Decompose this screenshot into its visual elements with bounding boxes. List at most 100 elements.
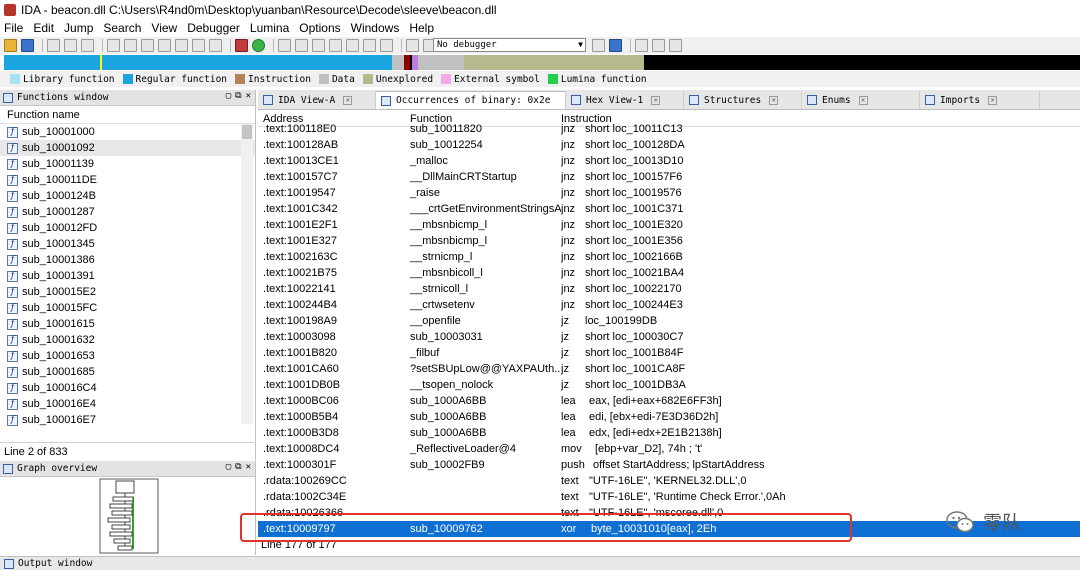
menu-options[interactable]: Options [299, 21, 340, 35]
back-arrow-icon[interactable] [47, 39, 60, 52]
tab-hex-view-1[interactable]: Hex View-1 ✕ [566, 91, 684, 109]
menu-view[interactable]: View [151, 21, 177, 35]
table-row[interactable]: .text:1001DB0B __tsopen_nolock jz short loc… [258, 377, 1080, 393]
close-icon[interactable]: ✕ [246, 462, 251, 472]
menu-file[interactable]: File [4, 21, 23, 35]
function-list-item[interactable]: f sub_10001345 [0, 236, 255, 252]
table-row[interactable]: .rdata:1002C34E text "UTF-16LE", 'Runtime … [258, 489, 1080, 505]
menu-search[interactable]: Search [103, 21, 141, 35]
function-list-item[interactable]: f sub_10001092 [0, 140, 255, 156]
table-row[interactable]: .rdata:100269CC text "UTF-16LE", 'KERNEL32… [258, 473, 1080, 489]
function-list-item[interactable]: f sub_10001139 [0, 156, 255, 172]
save-icon[interactable] [21, 39, 34, 52]
tab-occurrences-of-binary[interactable]: Occurrences of binary: 0x2e [376, 91, 566, 109]
table-row[interactable]: .text:1001C342 ___crtGetEnvironmentString… [258, 201, 1080, 217]
function-list-item[interactable]: f sub_10001391 [0, 268, 255, 284]
paste-icon[interactable] [124, 39, 137, 52]
table-row[interactable]: .text:1001B820 _filbuf jz short loc_1001B84… [258, 345, 1080, 361]
make-data-icon[interactable] [295, 39, 308, 52]
close-icon[interactable]: ✕ [651, 95, 661, 105]
debug-options-icon[interactable] [592, 39, 605, 52]
step-over-icon[interactable] [652, 39, 665, 52]
function-name-column-header[interactable]: Function name [0, 106, 255, 124]
search-immediate-icon[interactable] [175, 39, 188, 52]
graph-overview-header[interactable]: Graph overview ▢ ⧉ ✕ [0, 461, 255, 477]
table-row[interactable]: .text:1000BC06 sub_1000A6BB lea eax, [edi+e… [258, 393, 1080, 409]
graph-view-icon[interactable] [235, 39, 248, 52]
cross-ref-icon[interactable] [209, 39, 222, 52]
function-list-item[interactable]: f sub_10001386 [0, 252, 255, 268]
float-icon[interactable]: ⧉ [235, 91, 241, 101]
function-list-item[interactable]: f sub_1000124B [0, 188, 255, 204]
table-row[interactable]: .text:1000B3D8 sub_1000A6BB lea edx, [edi+e… [258, 425, 1080, 441]
function-list-item[interactable]: f sub_100015E2 [0, 284, 255, 300]
table-row[interactable]: .text:100198A9 __openfile jz loc_100199DB [258, 313, 1080, 329]
function-list-item[interactable]: f sub_10001615 [0, 316, 255, 332]
close-icon[interactable]: ✕ [246, 91, 251, 101]
menu-jump[interactable]: Jump [64, 21, 93, 35]
function-list-item[interactable]: f sub_100016C4 [0, 380, 255, 396]
close-icon[interactable]: ✕ [988, 95, 998, 105]
copy-icon[interactable] [107, 39, 120, 52]
table-row[interactable]: .text:1001E2F1 __mbsnbicmp_l jnz short loc_… [258, 217, 1080, 233]
play-icon[interactable] [406, 39, 419, 52]
tab-enums[interactable]: Enums ✕ [802, 91, 920, 109]
tab-structures[interactable]: Structures ✕ [684, 91, 802, 109]
table-row[interactable]: .text:10013CE1 _malloc jnz short loc_10013D… [258, 153, 1080, 169]
function-list-item[interactable]: f sub_100011DE [0, 172, 255, 188]
debugger-select[interactable]: No debugger ▼ [433, 38, 586, 52]
forward-arrow-icon[interactable] [64, 39, 77, 52]
restore-icon[interactable]: ▢ [226, 91, 231, 101]
function-list-item[interactable]: f sub_10001632 [0, 332, 255, 348]
menu-windows[interactable]: Windows [351, 21, 400, 35]
attach-icon[interactable] [609, 39, 622, 52]
table-row[interactable]: .text:10003098 sub_10003031 jz short loc_10… [258, 329, 1080, 345]
make-struct-icon[interactable] [346, 39, 359, 52]
output-window[interactable]: Output window [0, 556, 1080, 570]
function-list-item[interactable]: f sub_10001685 [0, 364, 255, 380]
menu-edit[interactable]: Edit [33, 21, 54, 35]
tab-imports[interactable]: Imports ✕ [920, 91, 1040, 109]
undefine-icon[interactable] [363, 39, 376, 52]
search-binary-icon[interactable] [158, 39, 171, 52]
table-row[interactable]: .text:100128AB sub_10012254 jnz short loc_1… [258, 137, 1080, 153]
table-row[interactable]: .text:100244B4 __crtwsetenv jnz short loc_1… [258, 297, 1080, 313]
table-row[interactable]: .text:1001CA60 ?setSBUpLow@@YAXPAUth... jz… [258, 361, 1080, 377]
function-list-scrollbar[interactable] [241, 124, 253, 424]
function-list-item[interactable]: f sub_100016E7 [0, 412, 255, 428]
close-icon[interactable]: ✕ [769, 95, 779, 105]
menu-help[interactable]: Help [409, 21, 434, 35]
close-icon[interactable]: ✕ [858, 95, 868, 105]
restore-icon[interactable]: ▢ [226, 462, 231, 472]
navigation-band[interactable] [4, 55, 1080, 70]
make-array-icon[interactable] [329, 39, 342, 52]
table-row[interactable]: .text:10022141 __strnicoll_l jnz short loc_… [258, 281, 1080, 297]
make-string-icon[interactable] [312, 39, 325, 52]
menu-lumina[interactable]: Lumina [250, 21, 289, 35]
jump-icon[interactable] [81, 39, 94, 52]
table-row[interactable]: .text:10021B75 __mbsnbicoll_l jnz short loc… [258, 265, 1080, 281]
menu-debugger[interactable]: Debugger [187, 21, 240, 35]
run-analysis-icon[interactable] [252, 39, 265, 52]
graph-overview-canvas[interactable] [0, 477, 256, 555]
table-row[interactable]: .text:1000B5B4 sub_1000A6BB lea edi, [ebx+e… [258, 409, 1080, 425]
function-list-item[interactable]: f sub_100015FC [0, 300, 255, 316]
function-list-item[interactable]: f sub_100016E4 [0, 396, 255, 412]
function-list-item[interactable]: f sub_10001653 [0, 348, 255, 364]
function-list-item[interactable]: f sub_100012FD [0, 220, 255, 236]
table-row[interactable]: .text:1002163C __strnicmp_l jnz short loc_1… [258, 249, 1080, 265]
open-folder-icon[interactable] [4, 39, 17, 52]
table-row[interactable]: .text:1001E327 __mbsnbicmp_l jnz short loc_… [258, 233, 1080, 249]
table-row[interactable]: .text:100157C7 __DllMainCRTStartup jnz shor… [258, 169, 1080, 185]
scrollbar-thumb[interactable] [242, 125, 252, 139]
close-x-icon[interactable] [380, 39, 393, 52]
function-list-item[interactable]: f sub_10001287 [0, 204, 255, 220]
search-text-icon[interactable] [141, 39, 154, 52]
search-next-icon[interactable] [192, 39, 205, 52]
table-row[interactable]: .text:100118E0 sub_10011820 jnz short loc_1… [258, 121, 1080, 137]
functions-window-header[interactable]: Functions window ▢ ⧉ ✕ [0, 90, 255, 106]
close-icon[interactable]: ✕ [343, 95, 353, 105]
run-to-cursor-icon[interactable] [669, 39, 682, 52]
step-into-icon[interactable] [635, 39, 648, 52]
tab-ida-view-a[interactable]: IDA View-A ✕ [258, 91, 376, 109]
